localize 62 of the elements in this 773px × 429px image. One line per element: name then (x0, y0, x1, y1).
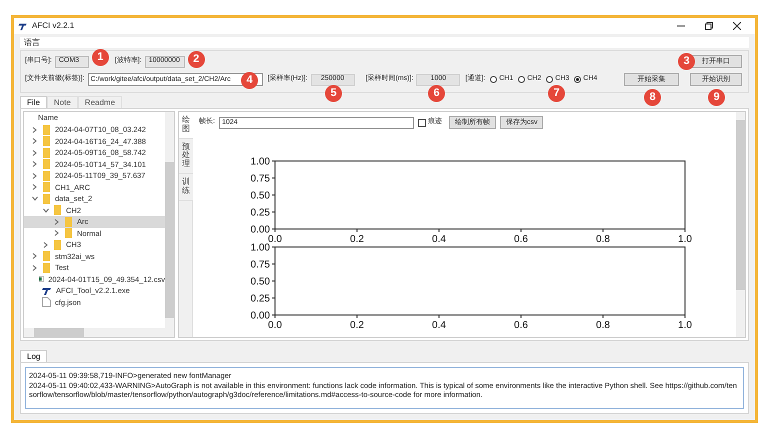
folder-icon (42, 136, 51, 146)
x-tick-label: 0.8 (596, 234, 610, 243)
window-title: AFCI v2.2.1 (32, 20, 74, 32)
spreadsheet-icon (39, 274, 44, 284)
y-tick-label: 0.75 (250, 174, 270, 184)
x-tick-label: 0.6 (514, 320, 528, 329)
number-badge: 1 (92, 49, 109, 66)
tab[interactable]: Note (46, 96, 78, 108)
folder-icon (64, 216, 73, 227)
number-badge: 3 (678, 53, 695, 70)
tab[interactable]: Readme (78, 96, 122, 108)
x-tick-label: 0.8 (596, 320, 610, 329)
y-tick-label: 0.00 (250, 310, 270, 322)
side-tab[interactable]: 绘图 (179, 112, 193, 139)
folder-icon (53, 240, 62, 250)
y-tick-label: 0.75 (250, 260, 270, 270)
horizontal-scrollbar[interactable] (24, 328, 174, 337)
y-tick-label: 0.00 (250, 224, 270, 236)
folder-icon (42, 148, 51, 158)
folder-icon (42, 170, 51, 181)
number-badge: 4 (241, 72, 258, 89)
folder-icon (64, 228, 73, 238)
x-tick-label: 0.0 (268, 320, 282, 329)
tab[interactable]: Log (20, 350, 48, 362)
menu-item[interactable]: 语言 (24, 36, 40, 48)
x-tick-label: 1.0 (678, 320, 692, 329)
y-tick-label: 1.00 (250, 157, 270, 168)
document-icon (42, 297, 51, 308)
side-tab[interactable]: 预处理 (179, 138, 193, 174)
y-tick-label: 0.25 (250, 294, 270, 304)
number-badge: 2 (188, 51, 205, 68)
y-tick-label: 0.50 (250, 276, 270, 288)
folder-icon (42, 262, 51, 273)
x-tick-label: 0.2 (350, 320, 364, 329)
y-tick-label: 1.00 (250, 243, 270, 254)
vertical-scrollbar[interactable] (736, 112, 745, 337)
vertical-scrollbar[interactable] (165, 112, 174, 328)
number-badge: 6 (428, 85, 445, 102)
tab[interactable]: File (20, 96, 47, 108)
number-badge: 8 (644, 89, 661, 106)
close-icon[interactable] (733, 22, 741, 30)
folder-icon (53, 205, 62, 216)
folder-icon (42, 182, 51, 192)
y-tick-label: 0.25 (250, 208, 270, 218)
y-tick-label: 0.50 (250, 190, 270, 202)
side-tab[interactable]: 训练 (179, 174, 193, 201)
x-tick-label: 1.0 (678, 234, 692, 243)
folder-icon (42, 124, 51, 135)
x-tick-label: 0.4 (432, 320, 446, 329)
folder-icon (42, 194, 51, 204)
folder-icon (42, 251, 51, 262)
restore-icon[interactable] (705, 22, 713, 30)
app-logo-icon (18, 22, 28, 30)
number-badge: 9 (708, 89, 725, 106)
number-badge: 7 (548, 85, 565, 102)
x-tick-label: 0.0 (268, 234, 282, 243)
app-logo-icon (42, 286, 52, 296)
x-tick-label: 0.4 (432, 234, 446, 243)
folder-icon (42, 159, 51, 170)
number-badge: 5 (325, 85, 342, 102)
x-tick-label: 0.6 (514, 234, 528, 243)
x-tick-label: 0.2 (350, 234, 364, 243)
